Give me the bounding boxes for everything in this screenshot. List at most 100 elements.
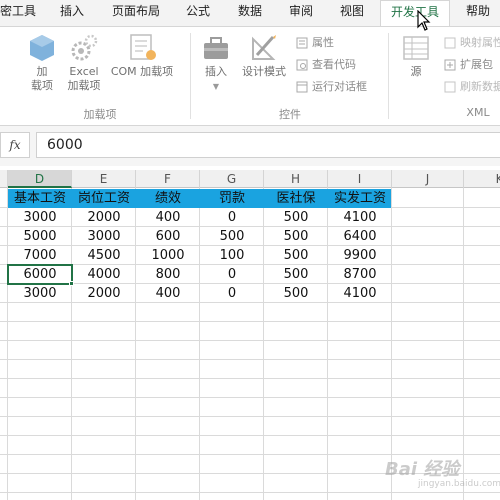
table-cell[interactable]: 500: [264, 208, 328, 227]
insert-function-button[interactable]: fx: [0, 132, 30, 158]
table-cell[interactable]: 0: [200, 208, 264, 227]
gridline: [0, 359, 500, 360]
column-header-k[interactable]: K: [464, 170, 500, 188]
excel-addins-button[interactable]: Excel 加载项: [64, 33, 104, 93]
table-cell[interactable]: 500: [200, 227, 264, 246]
fill-handle[interactable]: [69, 281, 74, 286]
column-header-f[interactable]: F: [136, 170, 200, 188]
com-addins-button[interactable]: COM 加载项: [104, 33, 180, 79]
design-mode-button[interactable]: 设计模式: [238, 33, 290, 79]
table-cell[interactable]: 4500: [72, 246, 136, 265]
table-cell[interactable]: 600: [136, 227, 200, 246]
design-mode-label: 设计模式: [242, 65, 286, 78]
xml-group-label: XML: [466, 106, 490, 119]
spreadsheet-grid[interactable]: D E F G H I J K 基本工资 岗位工资 绩效 罚款 医社保 实发工资…: [0, 170, 500, 500]
table-cell[interactable]: 500: [264, 227, 328, 246]
header-cell-net-salary[interactable]: 实发工资: [328, 189, 392, 208]
table-cell[interactable]: 7000: [8, 246, 72, 265]
column-header-i[interactable]: I: [328, 170, 392, 188]
table-cell[interactable]: 100: [200, 246, 264, 265]
table-cell[interactable]: 2000: [72, 284, 136, 303]
select-all-corner[interactable]: [0, 170, 8, 188]
table-cell[interactable]: 800: [136, 265, 200, 284]
refresh-icon: [444, 81, 456, 93]
addins-button[interactable]: 加 载项: [24, 33, 60, 93]
table-cell[interactable]: 500: [264, 284, 328, 303]
column-header-j[interactable]: J: [392, 170, 464, 188]
map-properties-label: 映射属性: [460, 36, 500, 49]
run-dialog-button[interactable]: 运行对话框: [296, 79, 367, 95]
header-cell-fine[interactable]: 罚款: [200, 189, 264, 208]
table-cell[interactable]: 500: [264, 265, 328, 284]
table-cell[interactable]: 3000: [8, 208, 72, 227]
tab-developer[interactable]: 开发工具: [380, 0, 450, 28]
table-cell[interactable]: 3000: [72, 227, 136, 246]
column-header-g[interactable]: G: [200, 170, 264, 188]
table-cell[interactable]: 0: [200, 284, 264, 303]
expansion-pack-button[interactable]: 扩展包: [444, 57, 493, 73]
header-cell-performance[interactable]: 绩效: [136, 189, 200, 208]
tab-view[interactable]: 视图: [332, 0, 372, 26]
table-cell[interactable]: 2000: [72, 208, 136, 227]
addins-group-label: 加载项: [83, 108, 117, 121]
table-cell[interactable]: 0: [200, 265, 264, 284]
group-separator: [190, 33, 191, 119]
watermark-url: jingyan.baidu.com: [418, 479, 500, 489]
table-cell[interactable]: 1000: [136, 246, 200, 265]
group-separator: [388, 33, 389, 119]
formula-input[interactable]: 6000: [36, 132, 500, 158]
view-code-label: 查看代码: [312, 58, 356, 71]
properties-button[interactable]: 属性: [296, 35, 334, 51]
gridline: [0, 340, 500, 341]
column-header-d[interactable]: D: [8, 170, 72, 188]
tab-formulas[interactable]: 公式: [180, 0, 216, 26]
gridline: [0, 492, 500, 493]
tab-help[interactable]: 帮助: [458, 0, 498, 26]
insert-control-button[interactable]: 插入 ▼: [198, 33, 234, 94]
ribbon-developer-panel: 加 载项 Excel 加载项 COM 加载项 加载项 插入 ▼ 设计模式 属性 …: [0, 26, 500, 126]
table-cell[interactable]: 400: [136, 284, 200, 303]
xml-source-button[interactable]: 源: [398, 33, 434, 79]
run-dialog-label: 运行对话框: [312, 80, 367, 93]
table-cell[interactable]: 400: [136, 208, 200, 227]
column-header-h[interactable]: H: [264, 170, 328, 188]
column-header-row: D E F G H I J K: [0, 170, 500, 188]
table-cell[interactable]: 3000: [8, 284, 72, 303]
refresh-data-button[interactable]: 刷新数据: [444, 79, 500, 95]
table-cell[interactable]: 8700: [328, 265, 392, 284]
com-addins-label: COM 加载项: [110, 65, 174, 78]
expansion-pack-icon: [444, 59, 456, 71]
gear-icon: [71, 34, 98, 61]
tab-security-tools[interactable]: 密工具: [0, 0, 40, 26]
chevron-down-icon: ▼: [212, 82, 220, 91]
table-cell[interactable]: 5000: [8, 227, 72, 246]
excel-addins-label-2: 加载项: [67, 79, 101, 92]
view-code-icon: [296, 59, 308, 71]
controls-group-label: 控件: [279, 108, 301, 121]
table-cell[interactable]: 6400: [328, 227, 392, 246]
view-code-button[interactable]: 查看代码: [296, 57, 356, 73]
tab-page-layout[interactable]: 页面布局: [106, 0, 166, 26]
table-cell[interactable]: 4100: [328, 208, 392, 227]
gridline: [0, 378, 500, 379]
table-cell[interactable]: 9900: [328, 246, 392, 265]
tab-review[interactable]: 审阅: [283, 0, 319, 26]
table-cell[interactable]: 6000: [8, 265, 72, 284]
tab-data[interactable]: 数据: [230, 0, 270, 26]
table-cell[interactable]: 4100: [328, 284, 392, 303]
com-addin-icon: [130, 34, 156, 60]
table-cell[interactable]: 500: [264, 246, 328, 265]
header-cell-base-salary[interactable]: 基本工资: [8, 189, 72, 208]
map-properties-button[interactable]: 映射属性: [444, 35, 500, 51]
xml-source-icon: [403, 36, 429, 60]
table-cell[interactable]: 4000: [72, 265, 136, 284]
toolbox-icon: [204, 37, 228, 59]
header-cell-position-salary[interactable]: 岗位工资: [72, 189, 136, 208]
gridline: [0, 416, 500, 417]
header-cell-insurance[interactable]: 医社保: [264, 189, 328, 208]
tab-insert[interactable]: 插入: [54, 0, 90, 26]
addins-label-1: 加: [36, 65, 48, 78]
gridline: [0, 435, 500, 436]
column-header-e[interactable]: E: [72, 170, 136, 188]
mouse-cursor-icon: [417, 10, 431, 31]
